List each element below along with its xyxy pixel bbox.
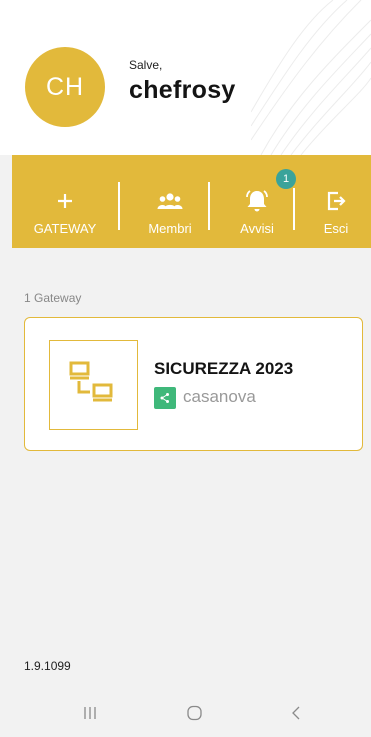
avatar[interactable]: CH <box>25 47 105 127</box>
members-button[interactable]: Membri <box>129 155 211 248</box>
alerts-label: Avvisi <box>240 221 274 236</box>
alerts-count-badge: 1 <box>276 169 296 189</box>
decorative-curves <box>251 0 371 155</box>
username: chefrosy <box>129 76 236 104</box>
members-label: Membri <box>148 221 192 236</box>
gateway-owner: casanova <box>183 387 256 406</box>
logout-button[interactable]: Esci <box>306 155 366 248</box>
toolbar-divider <box>208 182 210 230</box>
toolbar-divider <box>118 182 120 230</box>
logout-label: Esci <box>323 221 349 236</box>
avatar-initials: CH <box>45 72 85 101</box>
app-version: 1.9.1099 <box>24 659 71 673</box>
greeting-text: Salve, <box>129 58 163 72</box>
logout-icon <box>326 187 346 215</box>
add-gateway-button[interactable]: GATEWAY <box>25 155 105 248</box>
recent-apps-icon[interactable] <box>82 705 98 726</box>
back-icon[interactable] <box>290 705 302 726</box>
toolbar-divider <box>293 188 295 230</box>
user-header: CH Salve, chefrosy <box>0 0 371 155</box>
gateway-card[interactable]: SICUREZZA 2023 casanova <box>24 317 363 451</box>
bell-icon <box>242 187 272 215</box>
gateway-title: SICUREZZA 2023 <box>154 359 294 378</box>
share-icon <box>154 387 176 409</box>
home-icon[interactable] <box>186 705 204 726</box>
plus-icon <box>55 187 75 215</box>
system-navigation-bar <box>0 693 371 737</box>
add-gateway-label: GATEWAY <box>33 221 97 236</box>
network-icon <box>49 340 138 430</box>
action-toolbar: GATEWAY Membri Avvisi 1 Esci <box>12 155 371 248</box>
group-icon <box>156 187 184 215</box>
gateway-count: 1 Gateway <box>24 291 82 305</box>
